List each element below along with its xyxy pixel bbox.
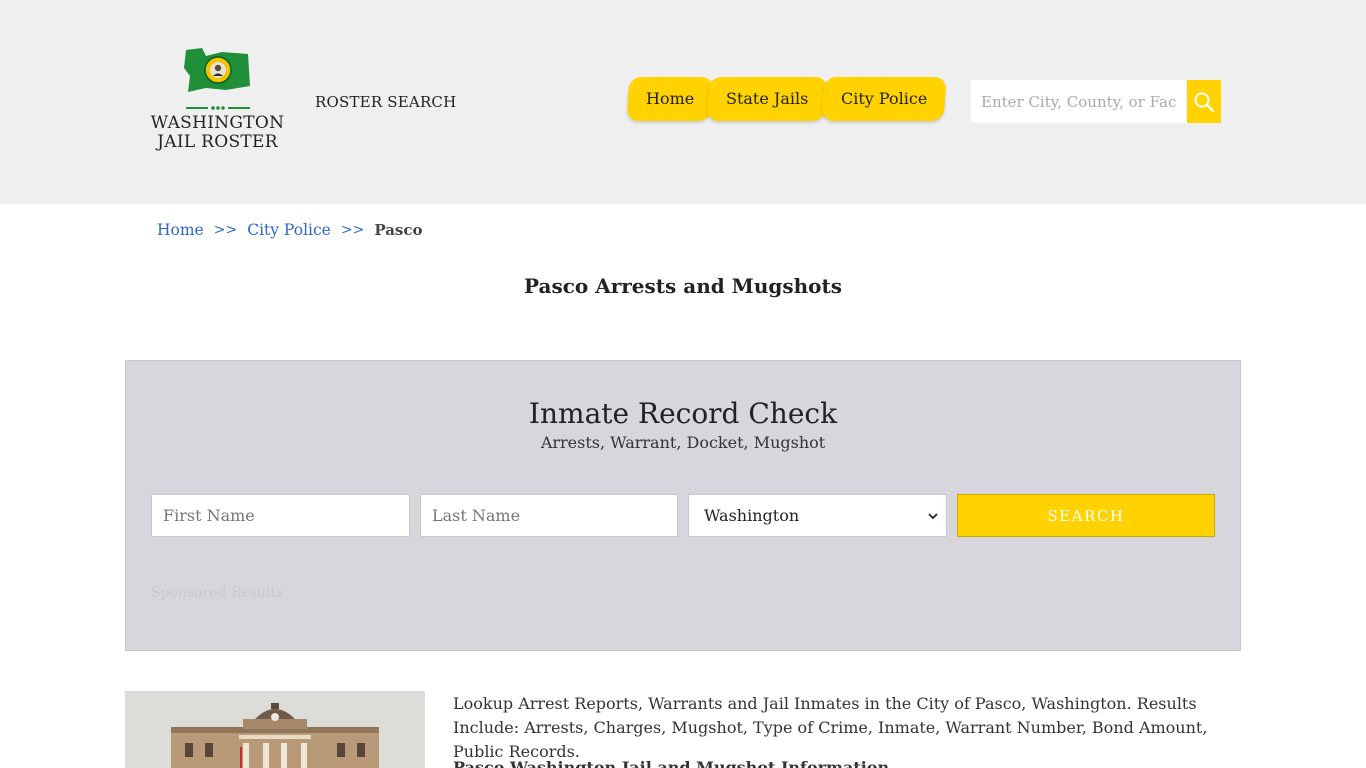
header-search [971,80,1221,123]
breadcrumb-separator: >> [213,222,238,238]
nav-state-jails[interactable]: State Jails [706,77,829,121]
nav-city-police[interactable]: City Police [821,77,947,121]
chevron-down-icon [928,512,938,519]
breadcrumb-city-police[interactable]: City Police [247,221,331,239]
record-check-subtitle: Arrests, Warrant, Docket, Mugshot [540,433,826,452]
sponsored-results-label: Sponsored Results [151,585,284,601]
last-name-input[interactable] [420,494,678,537]
nav-home-label: Home [646,89,695,108]
record-check-title: Inmate Record Check [528,397,838,430]
page-title: Pasco Arrests and Mugshots [524,274,842,298]
logo-line-2: JAIL ROSTER [157,132,278,152]
nav-home[interactable]: Home [626,77,714,121]
nav-city-police-label: City Police [840,89,927,108]
site-logo[interactable]: WASHINGTON JAIL ROSTER [150,46,285,158]
first-name-input[interactable] [151,494,410,537]
logo-line-1: WASHINGTON [150,113,285,133]
breadcrumb: Home >> City Police >> Pasco [157,221,423,239]
inmate-record-check-panel: Inmate Record Check Arrests, Warrant, Do… [125,360,1241,651]
breadcrumb-separator: >> [340,222,365,238]
divider-ornament-icon [186,106,250,110]
breadcrumb-home[interactable]: Home [157,221,204,239]
record-search-button[interactable]: SEARCH [957,494,1215,537]
main-nav: Home State Jails City Police [626,77,947,121]
state-select[interactable]: Washington [688,494,947,537]
intro-paragraph: Lookup Arrest Reports, Warrants and Jail… [453,694,1208,761]
section-subheading: Pasco Washington Jail and Mugshot Inform… [453,758,890,768]
washington-flag-icon [184,48,250,92]
pasco-building-photo [125,691,425,768]
state-select-value: Washington [704,506,800,525]
site-header: WASHINGTON JAIL ROSTER ROSTER SEARCH Hom… [0,0,1366,204]
logo-text: WASHINGTON JAIL ROSTER [150,114,285,152]
header-search-input[interactable] [971,80,1187,123]
search-icon [1194,92,1214,112]
breadcrumb-current: Pasco [374,221,423,239]
courthouse-image [125,691,425,768]
header-search-button[interactable] [1187,80,1221,123]
roster-search-link[interactable]: ROSTER SEARCH [315,93,456,111]
nav-state-jails-label: State Jails [726,89,809,108]
